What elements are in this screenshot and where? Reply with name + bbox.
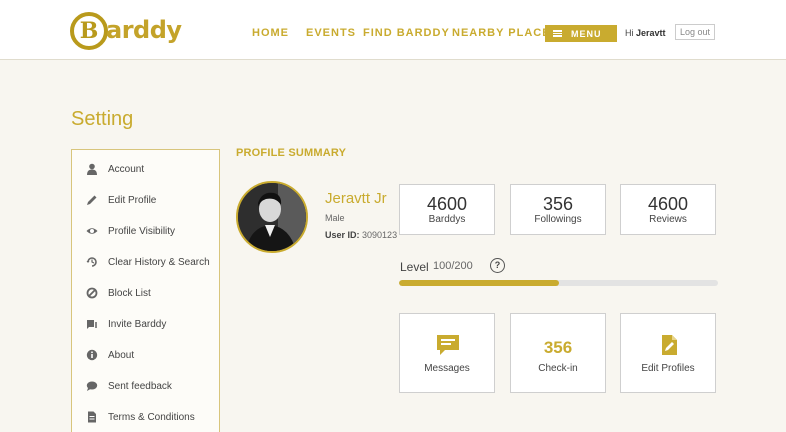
action-label: Edit Profiles [641,363,695,374]
info-icon [86,349,98,361]
sidebar-item-label: Invite Barddy [108,319,167,330]
sidebar-item-profile-visibility[interactable]: Profile Visibility [72,219,219,243]
message-icon [437,335,459,355]
nav-find-barddy[interactable]: FIND BARDDY [363,27,450,39]
logout-button[interactable]: Log out [675,24,715,40]
barddy-logo[interactable]: B arddy [70,12,182,52]
chat-icon [86,381,98,391]
logo-text: arddy [106,16,182,44]
sidebar-item-label: About [108,350,135,361]
stat-reviews[interactable]: 4600 Reviews [620,184,716,235]
level-progress-fill [399,280,559,286]
sidebar-item-account[interactable]: Account [72,157,219,181]
sidebar-item-label: Profile Visibility [108,226,176,237]
user-greeting: Hi Jeravtt [625,28,666,38]
page-title: Setting [71,108,134,130]
eye-icon [86,228,98,234]
sidebar-item-sent-feedback[interactable]: Sent feedback [72,374,219,398]
sidebar-item-label: Sent feedback [108,381,172,392]
profile-name: Jeravtt Jr [325,190,387,207]
stat-barddys[interactable]: 4600 Barddys [399,184,495,235]
edit-profiles-button[interactable]: Edit Profiles [620,313,716,393]
profile-gender: Male [325,213,345,223]
sidebar-item-label: Block List [108,288,151,299]
logo-letter: B [79,18,99,44]
stat-value: 4600 [647,194,689,214]
settings-sidebar: Account Edit Profile Profile Visibility … [71,149,220,432]
avatar[interactable] [236,181,308,253]
stat-value: 4600 [426,194,468,214]
sidebar-item-block-list[interactable]: Block List [72,281,219,305]
sidebar-item-label: Terms & Conditions [108,412,195,423]
help-icon[interactable]: ? [490,258,505,273]
profile-user-id: User ID: 3090123 [325,230,397,240]
invite-icon [87,320,97,329]
messages-button[interactable]: Messages [399,313,495,393]
greeting-user-name: Jeravtt [636,28,666,38]
level-value: 100/200 [433,260,473,272]
nav-home[interactable]: HOME [252,27,289,39]
sidebar-item-label: Account [108,164,145,175]
greeting-prefix: Hi [625,28,634,38]
sidebar-item-about[interactable]: About [72,343,219,367]
level-progress-bar [399,280,718,286]
nav-nearby-places[interactable]: NEARBY PLACES [452,27,559,39]
menu-label: MENU [571,29,602,39]
user-id-label: User ID: [325,230,360,240]
history-icon [86,257,97,267]
action-label: Messages [424,363,470,374]
check-in-count: 356 [543,338,573,357]
sidebar-item-edit-profile[interactable]: Edit Profile [72,188,219,212]
logo-badge: B [70,12,108,50]
stat-label: Barddys [428,214,466,225]
avatar-photo [238,183,306,251]
sidebar-item-label: Edit Profile [108,195,157,206]
nav-events[interactable]: EVENTS [306,27,356,39]
profile-summary-title: PROFILE SUMMARY [236,147,347,159]
user-icon [87,163,97,175]
block-icon [86,287,98,299]
menu-button[interactable]: MENU [545,25,617,42]
check-in-button[interactable]: 356 Check-in [510,313,606,393]
document-icon [88,411,96,423]
sidebar-item-label: Clear History & Search [108,257,210,268]
hamburger-icon [553,30,562,37]
stat-label: Followings [534,214,582,225]
stat-followings[interactable]: 356 Followings [510,184,606,235]
level-label: Level [400,260,429,274]
sidebar-item-terms[interactable]: Terms & Conditions [72,405,219,429]
action-label: Check-in [538,363,578,374]
sidebar-item-invite-barddy[interactable]: Invite Barddy [72,312,219,336]
stat-label: Reviews [649,214,687,225]
stat-value: 356 [542,194,574,214]
user-id-value: 3090123 [362,230,398,240]
edit-document-icon [662,335,677,355]
sidebar-item-clear-history[interactable]: Clear History & Search [72,250,219,274]
pencil-icon [87,195,97,205]
top-header: B arddy HOME EVENTS FIND BARDDY NEARBY P… [0,0,786,60]
